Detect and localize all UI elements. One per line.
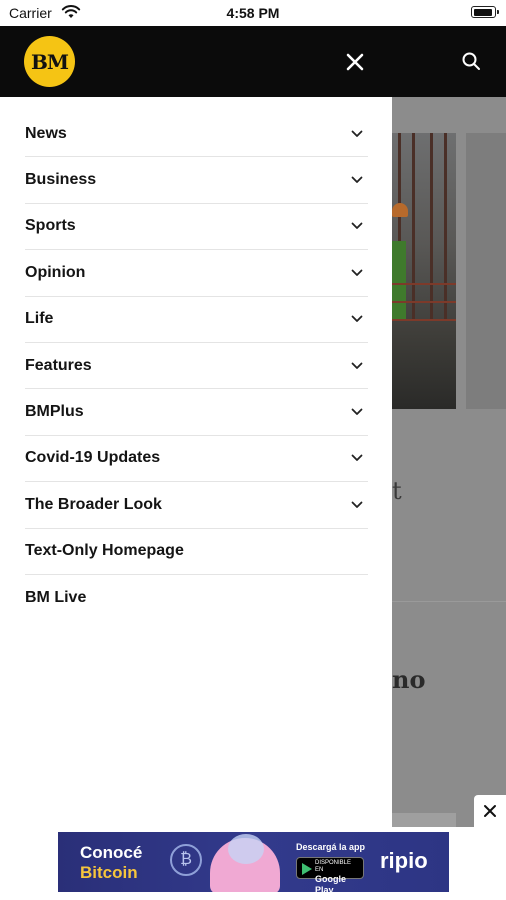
status-bar: Carrier 4:58 PM [0,0,506,26]
status-time: 4:58 PM [226,5,280,21]
app-header: BM [0,26,506,97]
battery-icon [471,6,499,18]
page-gutter [466,133,506,409]
chevron-down-icon[interactable] [346,404,368,420]
menu-item-label: Features [25,356,92,374]
badge-small-text: DISPONIBLE EN [315,860,352,874]
search-icon[interactable] [456,46,486,76]
menu-item-the-broader-look[interactable]: The Broader Look [25,482,368,529]
ad-close-icon[interactable] [474,795,506,827]
menu-item-label: Life [25,310,54,328]
dimmed-page-content[interactable]: t no [392,97,506,827]
chevron-down-icon[interactable] [346,450,368,466]
battery-fill [473,8,492,16]
menu-item-sports[interactable]: Sports [25,204,368,251]
menu-item-bm-live[interactable]: BM Live [25,575,368,621]
menu-item-bmplus[interactable]: BMPlus [25,389,368,436]
headline-fragment: no [392,665,426,694]
chevron-down-icon[interactable] [346,265,368,281]
hard-hat-shape [392,203,408,217]
menu-item-label: Opinion [25,263,86,281]
chevron-down-icon[interactable] [346,126,368,142]
bitcoin-icon: ₿ [170,844,202,876]
ad-headline: Conocé [80,843,143,862]
menu-item-label: BM Live [25,589,87,607]
menu-item-news[interactable]: News [25,111,368,158]
menu-item-label: Business [25,171,97,189]
ad-brand-logo: ripio [380,848,428,873]
menu-item-label: The Broader Look [25,495,162,513]
menu-item-label: News [25,124,67,142]
menu-item-business[interactable]: Business [25,157,368,204]
menu-item-covid-19-updates[interactable]: Covid-19 Updates [25,436,368,483]
ad-banner[interactable]: Conocé Bitcoin ₿ Descargá la app DISPONI… [58,832,449,892]
chevron-down-icon[interactable] [346,358,368,374]
chevron-down-icon[interactable] [346,218,368,234]
divider [392,601,506,602]
google-play-badge[interactable]: DISPONIBLE EN Google Play [296,857,364,892]
badge-store-name: Google Play [315,874,346,892]
article-photo [392,133,456,409]
close-icon[interactable] [339,46,371,78]
nav-menu: News Business Sports Opinion Life Features BMP… [25,111,368,621]
bm-logo[interactable]: BM [24,36,75,87]
menu-item-label: Sports [25,217,76,235]
mascot-illustration [210,834,280,892]
chevron-down-icon[interactable] [346,311,368,327]
menu-item-label: Text-Only Homepage [25,542,184,560]
menu-item-label: BMPlus [25,403,84,421]
headline-fragment: t [392,477,402,505]
chevron-down-icon[interactable] [346,172,368,188]
ad-headline-highlight: Bitcoin [80,863,138,882]
ad-download-label: Descargá la app [296,842,366,852]
article-thumbnail [392,813,456,827]
menu-item-opinion[interactable]: Opinion [25,250,368,297]
menu-item-label: Covid-19 Updates [25,449,161,467]
nav-drawer: News Business Sports Opinion Life Features BMP… [0,97,392,827]
google-play-icon [302,863,312,875]
worker-shape [392,241,406,321]
chevron-down-icon[interactable] [346,497,368,513]
ad-area: Conocé Bitcoin ₿ Descargá la app DISPONI… [0,827,506,900]
menu-item-features[interactable]: Features [25,343,368,390]
menu-item-life[interactable]: Life [25,297,368,343]
menu-item-text-only-homepage[interactable]: Text-Only Homepage [25,529,368,575]
